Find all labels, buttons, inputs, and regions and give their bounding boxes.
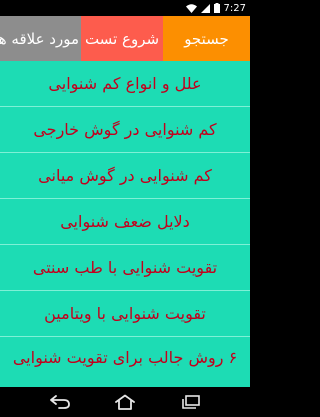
- signal-icon: [200, 3, 210, 13]
- list-item[interactable]: کم شنوایی در گوش میانی: [0, 153, 250, 199]
- tab-search[interactable]: جستجو: [163, 16, 250, 61]
- list-item[interactable]: ۶ روش جالب برای تقویت شنوایی: [0, 337, 250, 367]
- recent-apps-icon[interactable]: [173, 390, 207, 414]
- status-time: 7:27: [223, 2, 246, 14]
- home-icon[interactable]: [108, 390, 142, 414]
- list-item[interactable]: کم شنوایی در گوش خارجی: [0, 107, 250, 153]
- tab-start-test[interactable]: شروع تست: [81, 16, 163, 61]
- list-item[interactable]: تقویت شنوایی با ویتامین: [0, 291, 250, 337]
- tab-favorites[interactable]: مورد علاقه ها: [0, 16, 81, 61]
- wifi-icon: [185, 3, 197, 13]
- tab-bar: مورد علاقه ها شروع تست جستجو: [0, 16, 250, 61]
- topic-list: علل و انواع کم شنوایی کم شنوایی در گوش خ…: [0, 61, 250, 387]
- tab-search-label: جستجو: [184, 29, 229, 48]
- list-item[interactable]: تقویت شنوایی با طب سنتی: [0, 245, 250, 291]
- back-icon[interactable]: [43, 390, 77, 414]
- navigation-bar: [0, 387, 250, 417]
- status-bar: 7:27: [0, 0, 250, 16]
- battery-icon: [213, 3, 220, 13]
- tab-start-test-label: شروع تست: [84, 29, 160, 48]
- tab-favorites-label: مورد علاقه ها: [0, 29, 79, 48]
- list-item[interactable]: علل و انواع کم شنوایی: [0, 61, 250, 107]
- list-item[interactable]: دلایل ضعف شنوایی: [0, 199, 250, 245]
